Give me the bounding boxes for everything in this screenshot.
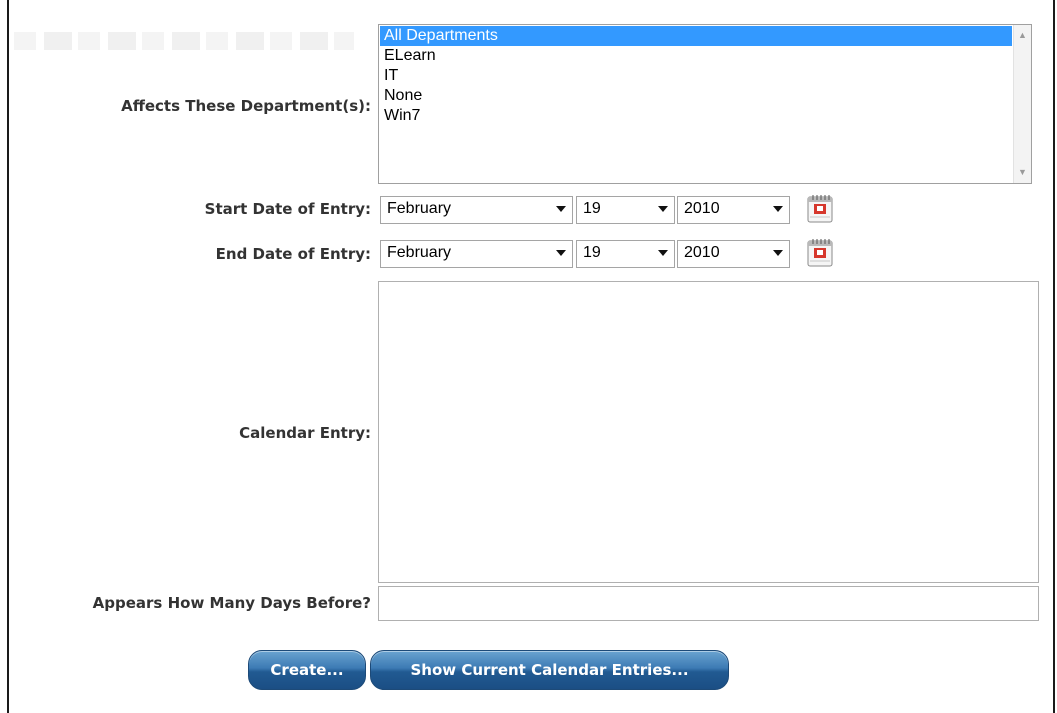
department-option[interactable]: Win7 <box>380 106 1012 126</box>
calendar-entry-label: Calendar Entry: <box>239 424 371 442</box>
start-day-value: 19 <box>583 200 601 217</box>
scroll-up-arrow-icon[interactable]: ▲ <box>1014 27 1031 44</box>
calendar-entry-textarea[interactable] <box>378 281 1039 583</box>
chevron-down-icon <box>773 206 783 212</box>
department-option[interactable]: All Departments <box>380 26 1012 46</box>
department-option[interactable]: None <box>380 86 1012 106</box>
department-option[interactable]: IT <box>380 66 1012 86</box>
department-option[interactable]: ELearn <box>380 46 1012 66</box>
listbox-scrollbar[interactable]: ▲ ▼ <box>1013 25 1031 183</box>
end-year-select[interactable]: 2010 <box>677 240 790 268</box>
create-button[interactable]: Create... <box>248 650 366 690</box>
end-date-label: End Date of Entry: <box>215 245 371 263</box>
chevron-down-icon <box>556 206 566 212</box>
end-day-value: 19 <box>583 244 601 261</box>
start-date-label: Start Date of Entry: <box>204 200 371 218</box>
end-day-select[interactable]: 19 <box>576 240 675 268</box>
start-month-select[interactable]: February <box>380 196 573 224</box>
days-before-label: Appears How Many Days Before? <box>92 594 371 612</box>
chevron-down-icon <box>556 250 566 256</box>
days-before-input[interactable] <box>378 586 1039 621</box>
chevron-down-icon <box>773 250 783 256</box>
chevron-down-icon <box>658 250 668 256</box>
start-month-value: February <box>387 200 452 217</box>
departments-listbox[interactable]: All Departments ELearn IT None Win7 ▲ ▼ <box>378 24 1032 184</box>
start-year-value: 2010 <box>684 200 720 217</box>
end-month-select[interactable]: February <box>380 240 573 268</box>
calendar-icon[interactable] <box>805 238 835 268</box>
start-year-select[interactable]: 2010 <box>677 196 790 224</box>
start-day-select[interactable]: 19 <box>576 196 675 224</box>
chevron-down-icon <box>658 206 668 212</box>
departments-list: All Departments ELearn IT None Win7 <box>380 26 1012 126</box>
calendar-icon[interactable] <box>805 194 835 224</box>
show-calendar-entries-button[interactable]: Show Current Calendar Entries... <box>370 650 729 690</box>
scroll-down-arrow-icon[interactable]: ▼ <box>1014 164 1031 181</box>
end-year-value: 2010 <box>684 244 720 261</box>
departments-label: Affects These Department(s): <box>121 97 371 115</box>
faded-background-strip <box>14 32 354 50</box>
end-month-value: February <box>387 244 452 261</box>
